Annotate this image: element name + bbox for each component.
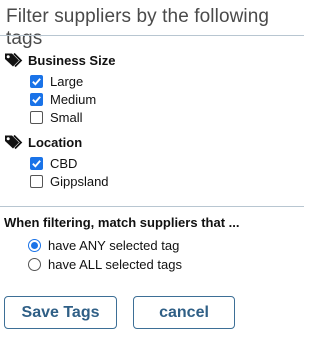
radio-label: have ALL selected tags — [48, 256, 182, 272]
page-title: Filter suppliers by the following tags — [6, 6, 270, 49]
option-label: Medium — [50, 91, 97, 107]
checkbox-checked[interactable] — [30, 156, 43, 170]
match-any-option[interactable]: have ANY selected tag — [28, 237, 179, 253]
group-label: Business Size — [28, 52, 116, 68]
cancel-button[interactable]: cancel — [133, 296, 235, 329]
option-label: Gippsland — [50, 173, 109, 189]
group-business-size: Business Size — [4, 51, 115, 69]
tag-option-gippsland[interactable]: Gippsland — [30, 173, 109, 189]
option-label: Small — [50, 109, 83, 125]
tags-icon — [4, 134, 26, 150]
radio-selected[interactable] — [28, 238, 41, 252]
match-mode-label: When filtering, match suppliers that ... — [4, 215, 240, 230]
tag-option-large[interactable]: Large — [30, 73, 83, 89]
checkbox-checked[interactable] — [30, 74, 43, 88]
radio-unselected[interactable] — [28, 257, 41, 271]
group-location: Location — [4, 133, 82, 151]
radio-label: have ANY selected tag — [48, 237, 180, 253]
tag-option-small[interactable]: Small — [30, 109, 83, 125]
tag-option-cbd[interactable]: CBD — [30, 155, 77, 171]
tag-option-medium[interactable]: Medium — [30, 91, 96, 107]
save-tags-button[interactable]: Save Tags — [4, 296, 117, 329]
option-label: CBD — [50, 155, 78, 171]
checkbox-checked[interactable] — [30, 92, 43, 106]
checkbox-unchecked[interactable] — [30, 174, 43, 188]
divider — [0, 35, 304, 36]
tags-icon — [4, 52, 26, 68]
match-all-option[interactable]: have ALL selected tags — [28, 256, 182, 272]
divider — [0, 206, 304, 207]
checkbox-unchecked[interactable] — [30, 110, 43, 124]
group-label: Location — [28, 134, 83, 150]
option-label: Large — [50, 73, 84, 89]
